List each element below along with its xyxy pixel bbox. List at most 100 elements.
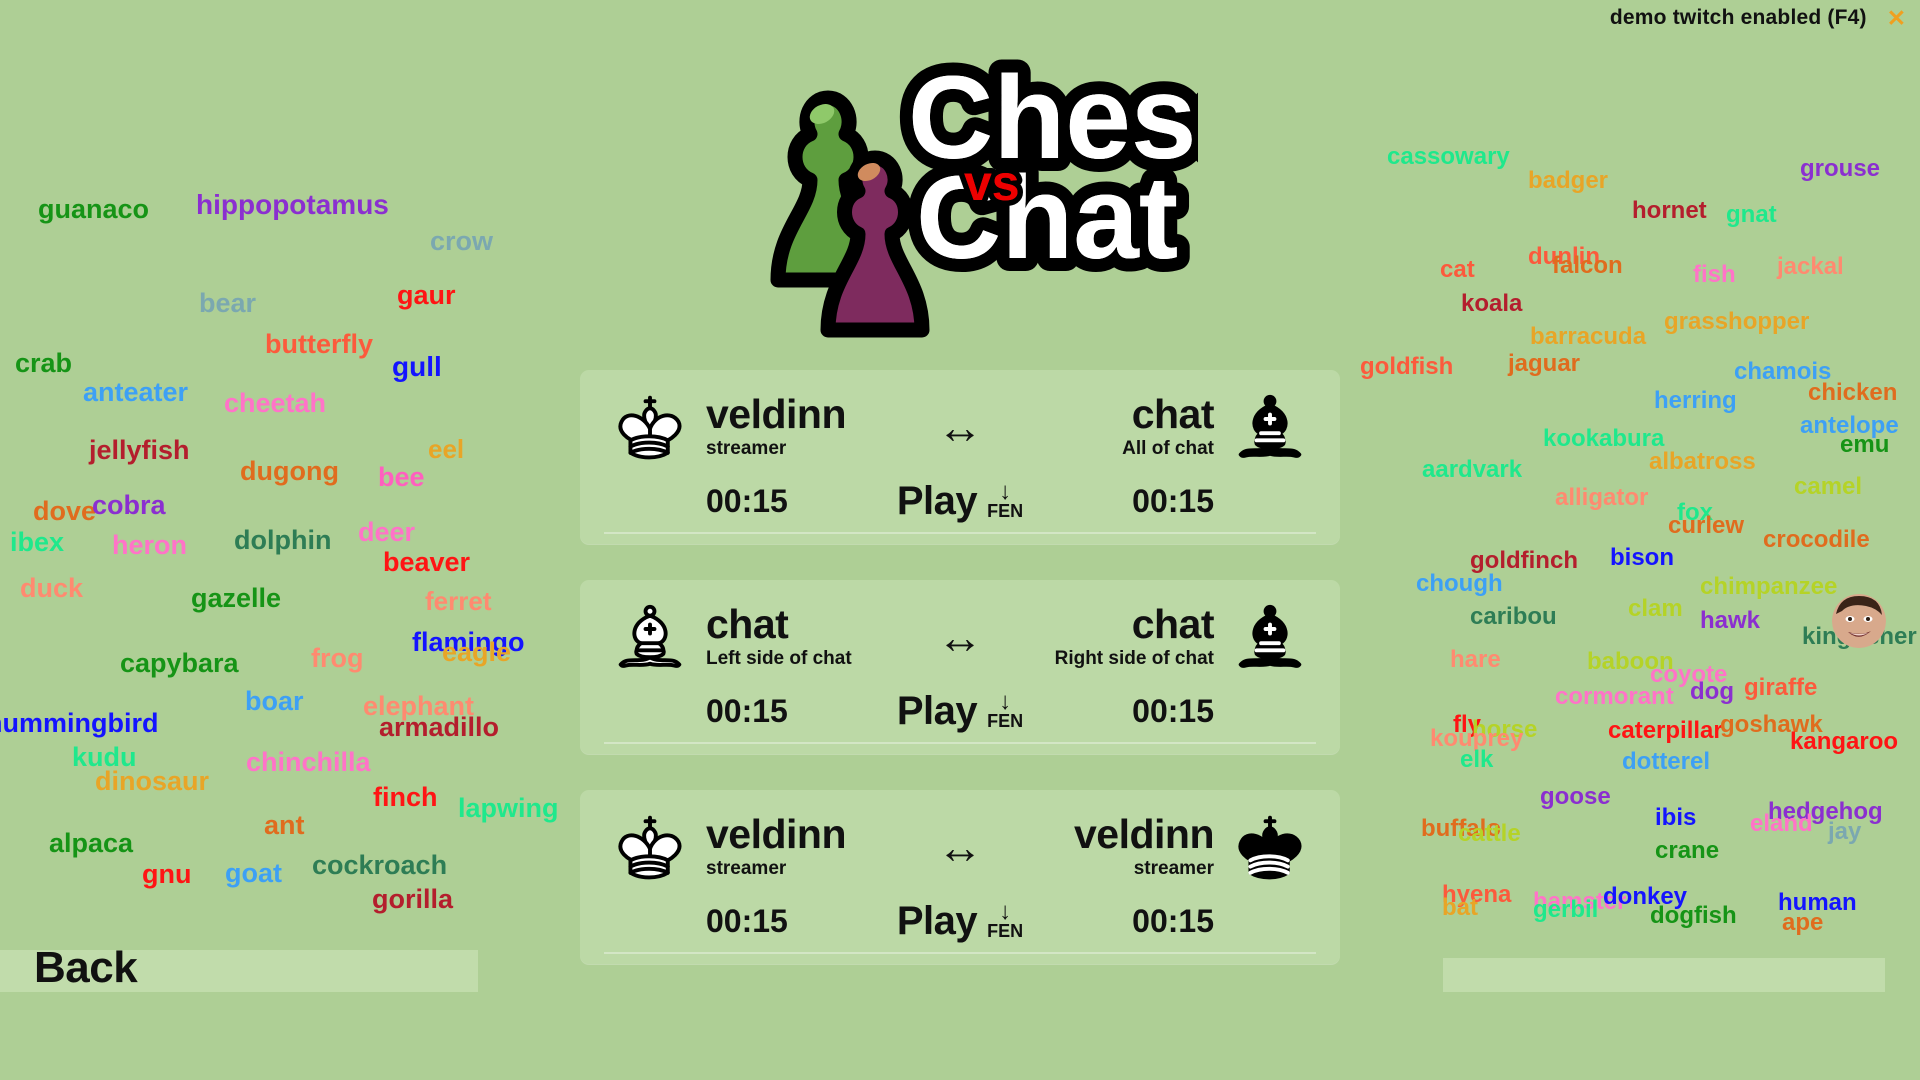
play-controls: Play ↓ FEN (845, 899, 1075, 944)
chat-message-word: crocodile (1763, 526, 1870, 553)
download-arrow-icon: ↓ (999, 897, 1012, 925)
match-card[interactable]: veldinn streamer ↔ veldinn streamer 00:15 Play… (580, 790, 1340, 964)
chat-message-word: gnat (1726, 201, 1777, 228)
chess-vs-chat-logo: Chess Chess Chat Chat vs vs (718, 30, 1198, 340)
chat-message-word: chough (1416, 570, 1503, 597)
chat-message-word: goat (225, 858, 282, 888)
chat-input[interactable] (1443, 958, 1885, 992)
chat-message-word: chinchilla (246, 747, 371, 777)
chat-message-word: jay (1828, 818, 1862, 845)
right-clock: 00:15 (1132, 482, 1214, 519)
chat-message-word: cormorant (1555, 683, 1674, 710)
player-name: chat (1131, 601, 1215, 648)
download-arrow-icon: ↓ (999, 477, 1012, 505)
chat-message-word: jellyfish (89, 435, 190, 465)
fen-label: FEN (987, 921, 1024, 942)
chat-message-word: gull (392, 351, 442, 382)
app-root: guanaco hippopotamus crow bear gaur butterfly… (0, 0, 1920, 1080)
chat-message-word: fish (1693, 261, 1736, 288)
swap-sides-icon[interactable]: ↔ (912, 614, 1008, 660)
chat-message-word: dotterel (1622, 748, 1711, 775)
chat-message-word: hummingbird (0, 708, 159, 738)
swap-sides-icon[interactable]: ↔ (912, 404, 1008, 450)
chat-message-word: boar (245, 686, 304, 716)
chat-message-word: aardvark (1422, 456, 1523, 483)
player-role: streamer (706, 437, 787, 459)
play-button[interactable]: Play (897, 899, 978, 944)
chat-message-word: hawk (1700, 607, 1761, 634)
chat-message-word: ibis (1655, 804, 1697, 831)
chat-message-word: finch (373, 782, 438, 812)
player-name: chat (706, 601, 789, 648)
chat-message-word: crow (430, 226, 494, 256)
chat-message-word: kookabura (1543, 425, 1665, 452)
chat-message-word: beaver (383, 547, 471, 577)
download-arrow-icon: ↓ (999, 687, 1012, 715)
chat-message-word: ibex (10, 527, 65, 557)
chat-message-word: caterpillar (1608, 717, 1723, 744)
black-king-icon (1224, 807, 1316, 887)
load-fen-button[interactable]: ↓ FEN (987, 477, 1024, 522)
chat-message-word: barracuda (1530, 323, 1647, 350)
play-button[interactable]: Play (897, 689, 978, 734)
chat-message-word: jaguar (1508, 350, 1581, 377)
load-fen-button[interactable]: ↓ FEN (987, 897, 1024, 942)
close-icon[interactable]: ✕ (1887, 6, 1906, 30)
chat-message-word: ant (264, 810, 305, 840)
chat-message-word: goose (1540, 783, 1611, 810)
chat-message-word: crab (15, 348, 73, 378)
match-players: chat Left side of chat ↔ chat Right side of … (604, 594, 1316, 680)
chat-message-word: anteater (83, 377, 189, 407)
chat-message-word: herring (1654, 387, 1737, 414)
chat-message-word: ape (1782, 909, 1824, 936)
chat-message-word: hornet (1632, 197, 1707, 224)
chat-message-word: grasshopper (1664, 308, 1810, 335)
match-controls: 00:15 Play ↓ FEN 00:15 (604, 680, 1316, 744)
fen-label: FEN (987, 711, 1024, 732)
chat-message-word: bison (1610, 544, 1674, 571)
twitch-emote-icon (1832, 594, 1886, 648)
right-clock: 00:15 (1132, 902, 1214, 939)
back-button[interactable]: Back (34, 943, 138, 993)
player-role: streamer (1133, 857, 1214, 879)
chat-message-word: hippopotamus (196, 189, 389, 220)
chat-message-word: goldfish (1360, 353, 1454, 380)
play-controls: Play ↓ FEN (845, 479, 1075, 524)
load-fen-button[interactable]: ↓ FEN (987, 687, 1024, 732)
left-clock: 00:15 (706, 482, 788, 519)
fen-label: FEN (987, 501, 1024, 522)
player-role: Right side of chat (1054, 647, 1214, 669)
chat-message-word: deer (358, 517, 416, 547)
chat-message-word: gerbil (1533, 896, 1599, 923)
match-card[interactable]: veldinn streamer ↔ chat All of chat 00:15 Play… (580, 370, 1340, 544)
match-right-player: chat All of chat (1008, 393, 1224, 460)
chat-message-word: chimpanzee (1700, 573, 1838, 600)
white-bishop-icon (604, 597, 696, 677)
chat-message-word: crane (1655, 837, 1720, 864)
chat-message-word: eagle (442, 637, 512, 667)
match-right-player: veldinn streamer (1008, 813, 1224, 880)
chat-message-word: dinosaur (95, 766, 210, 796)
chat-message-word: eel (428, 434, 465, 464)
chat-message-word: butterfly (265, 329, 373, 359)
match-left-player: chat Left side of chat (696, 601, 912, 670)
chat-message-word: koala (1461, 290, 1523, 317)
chat-message-word: jackal (1777, 253, 1844, 280)
chat-message-word: albatross (1649, 448, 1756, 475)
chat-message-word: elk (1460, 746, 1494, 773)
chat-message-word: camel (1794, 473, 1863, 500)
match-card[interactable]: chat Left side of chat ↔ chat Right side of … (580, 580, 1340, 754)
player-name: veldinn (706, 391, 847, 438)
match-list: veldinn streamer ↔ chat All of chat 00:15 Play… (580, 370, 1340, 1000)
chat-word-cloud-left: guanaco hippopotamus crow bear gaur butterfly… (0, 0, 580, 1080)
chat-message-word: gazelle (191, 583, 282, 613)
left-clock: 00:15 (706, 692, 788, 729)
svg-text:vs: vs (964, 155, 1020, 211)
swap-sides-icon[interactable]: ↔ (912, 824, 1008, 870)
chat-message-word: gnu (142, 859, 192, 889)
player-role: streamer (706, 857, 787, 879)
chat-message-word: emu (1840, 431, 1890, 458)
chat-message-word: giraffe (1744, 674, 1818, 701)
play-button[interactable]: Play (897, 479, 978, 524)
right-clock: 00:15 (1132, 692, 1214, 729)
